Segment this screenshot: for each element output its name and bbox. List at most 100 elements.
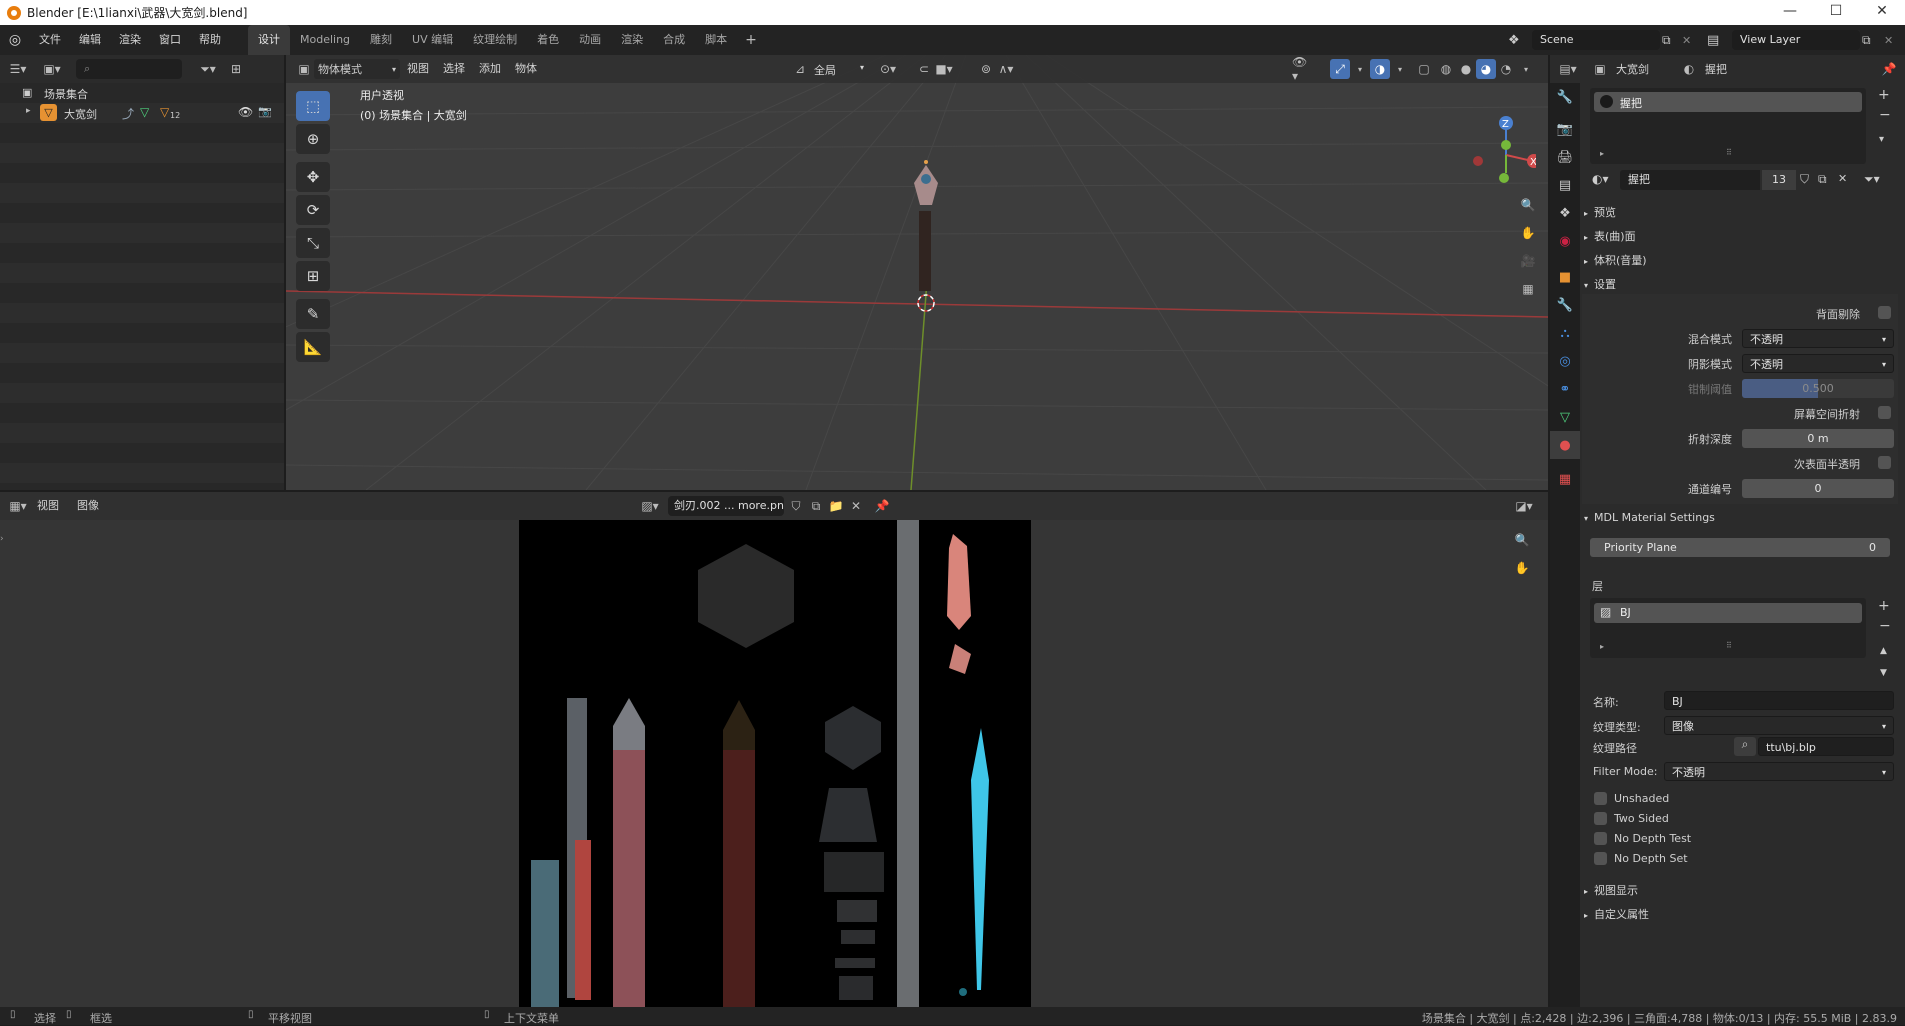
overlay-dropdown-icon[interactable]: ▾ — [1390, 59, 1410, 79]
clip-threshold-slider[interactable]: 0.500 — [1742, 379, 1894, 398]
texture-type-dropdown[interactable]: 图像 ▾ — [1664, 716, 1894, 735]
menu-render[interactable]: 渲染 — [110, 25, 150, 55]
object-tab-icon[interactable]: ■ — [1550, 263, 1580, 291]
shading-rendered-icon[interactable]: ◔ — [1496, 59, 1516, 79]
transform-orientation-icon[interactable]: ⊿ — [790, 59, 810, 79]
select-box-tool-icon[interactable]: ⬚ — [296, 91, 330, 121]
panel-volume[interactable]: ▸ 体积(音量) — [1584, 252, 1647, 268]
maximize-button[interactable]: ☐ — [1813, 0, 1859, 25]
shading-solid-icon[interactable]: ● — [1456, 59, 1476, 79]
shading-wireframe-icon[interactable]: ◍ — [1436, 59, 1456, 79]
filter-icon[interactable]: ⏷▾ — [198, 59, 218, 79]
data-tab-icon[interactable]: ▽ — [1550, 403, 1580, 431]
move-tool-icon[interactable]: ✥ — [296, 162, 330, 192]
remove-view-layer-icon[interactable]: ✕ — [1884, 34, 1893, 47]
add-layer-icon[interactable]: + — [1878, 598, 1890, 614]
panel-surface[interactable]: ▸ 表(曲)面 — [1584, 228, 1636, 244]
view-layer-field[interactable]: View Layer — [1732, 30, 1860, 50]
viewport-menu-select[interactable]: 选择 — [436, 55, 472, 84]
blend-mode-dropdown[interactable]: 不透明 ▾ — [1742, 329, 1894, 348]
minimize-button[interactable]: — — [1767, 0, 1813, 25]
workspace-tab-modeling[interactable]: Modeling — [290, 25, 360, 55]
workspace-tab-compositing[interactable]: 合成 — [653, 25, 695, 55]
move-layer-up-icon[interactable]: ▲ — [1880, 646, 1887, 656]
new-image-icon[interactable]: ⧉ — [806, 496, 826, 516]
physics-tab-icon[interactable]: ◎ — [1550, 347, 1580, 375]
tool-tab-icon[interactable]: 🔧 — [1550, 83, 1580, 111]
proportional-edit-icon[interactable]: ⊚ — [976, 59, 996, 79]
camera-view-icon[interactable]: 🎥 — [1518, 251, 1538, 271]
mode-dropdown[interactable]: 物体模式 ▾ — [314, 59, 400, 79]
close-window-button[interactable]: ✕ — [1859, 0, 1905, 25]
expand-arrow-icon[interactable]: ▸ — [26, 106, 31, 116]
layer-name-input[interactable]: BJ — [1664, 691, 1894, 710]
image-menu-view[interactable]: 视图 — [28, 491, 68, 521]
refraction-depth-field[interactable]: 0 m — [1742, 429, 1894, 448]
material-browse-icon[interactable]: ◐▾ — [1592, 172, 1609, 186]
priority-plane-field[interactable]: Priority Plane 0 — [1590, 538, 1890, 557]
zoom-icon[interactable]: 🔍 — [1518, 195, 1538, 215]
perspective-grid-icon[interactable]: ▦ — [1518, 279, 1538, 299]
material-link-icon[interactable]: ⏷▾ — [1864, 172, 1880, 187]
move-layer-down-icon[interactable]: ▼ — [1880, 668, 1887, 678]
workspace-tab-sculpt[interactable]: 雕刻 — [360, 25, 402, 55]
scale-tool-icon[interactable]: ⤡ — [296, 228, 330, 258]
modifier-tab-icon[interactable]: 🔧 — [1550, 291, 1580, 319]
no-depth-set-checkbox[interactable] — [1594, 852, 1607, 865]
particles-tab-icon[interactable]: ⛬ — [1550, 319, 1580, 347]
material-slot-item[interactable]: 握把 — [1594, 92, 1862, 112]
unlink-image-icon[interactable]: ✕ — [846, 496, 866, 516]
panel-preview[interactable]: ▸ 预览 — [1584, 204, 1616, 220]
outliner-row-collection[interactable]: ▣ 场景集合 — [0, 83, 284, 103]
constraints-tab-icon[interactable]: ⚭ — [1550, 375, 1580, 403]
menu-help[interactable]: 帮助 — [190, 25, 230, 55]
viewport-menu-object[interactable]: 物体 — [508, 55, 544, 84]
measure-tool-icon[interactable]: 📐 — [296, 332, 330, 362]
pin-icon[interactable]: 📌 — [872, 496, 892, 516]
visibility-eye-icon[interactable]: 👁 — [238, 105, 253, 119]
fake-user-shield-icon[interactable]: ⛉ — [786, 496, 806, 516]
remove-slot-icon[interactable]: − — [1879, 107, 1891, 123]
layer-list-item[interactable]: ▨ BJ — [1594, 603, 1862, 623]
list-expand-icon[interactable]: ▸ — [1600, 642, 1604, 651]
transform-tool-icon[interactable]: ⊞ — [296, 261, 330, 291]
new-scene-icon[interactable]: ⧉ — [1662, 33, 1671, 48]
viewport-menu-add[interactable]: 添加 — [472, 55, 508, 84]
no-depth-test-checkbox[interactable] — [1594, 832, 1607, 845]
backface-culling-checkbox[interactable] — [1878, 306, 1891, 319]
pivot-point-icon[interactable]: ⊙▾ — [878, 59, 898, 79]
workspace-tab-scripting[interactable]: 脚本 — [695, 25, 737, 55]
list-resize-handle-icon[interactable]: ⠿ — [1726, 148, 1732, 157]
outliner-search-input[interactable]: ⌕ — [76, 59, 182, 79]
cursor-tool-icon[interactable]: ⊕ — [296, 124, 330, 154]
panel-mdl-settings[interactable]: ▾ MDL Material Settings — [1584, 511, 1715, 524]
render-tab-icon[interactable]: 📷 — [1550, 115, 1580, 143]
workspace-tab-rendering[interactable]: 渲染 — [611, 25, 653, 55]
navigation-gizmo[interactable]: Z X — [1456, 85, 1536, 185]
snap-icon[interactable]: ⊂ — [914, 59, 934, 79]
gizmo-dropdown-icon[interactable]: ▾ — [1350, 59, 1370, 79]
material-users-count[interactable]: 13 — [1762, 170, 1796, 190]
view-layer-tab-icon[interactable]: ▤ — [1550, 171, 1580, 199]
panel-settings[interactable]: ▾ 设置 — [1584, 276, 1616, 292]
remove-layer-icon[interactable]: − — [1879, 618, 1891, 634]
panel-custom-properties[interactable]: ▸ 自定义属性 — [1584, 906, 1649, 922]
overlay-toggle-icon[interactable]: ◑ — [1370, 59, 1390, 79]
material-name-field[interactable]: 握把 — [1620, 170, 1760, 190]
image-browse-icon[interactable]: ▨▾ — [640, 496, 660, 516]
scene-field[interactable]: Scene — [1532, 30, 1660, 50]
render-camera-icon[interactable]: 📷 — [258, 105, 272, 118]
pass-index-field[interactable]: 0 — [1742, 479, 1894, 498]
menu-file[interactable]: 文件 — [30, 25, 70, 55]
new-collection-icon[interactable]: ⊞ — [226, 59, 246, 79]
workspace-tab-texture-paint[interactable]: 纹理绘制 — [463, 25, 527, 55]
remove-scene-icon[interactable]: ✕ — [1682, 34, 1691, 47]
workspace-tab-uv[interactable]: UV 编辑 — [402, 25, 463, 55]
editor-type-icon[interactable]: ☰▾ — [8, 59, 28, 79]
duplicate-material-icon[interactable]: ⧉ — [1818, 172, 1827, 187]
display-channels-icon[interactable]: ◪▾ — [1514, 496, 1534, 516]
panel-viewport-display[interactable]: ▸ 视图显示 — [1584, 882, 1638, 898]
workspace-tab-shading[interactable]: 着色 — [527, 25, 569, 55]
add-slot-icon[interactable]: + — [1878, 87, 1890, 103]
unlink-material-icon[interactable]: ✕ — [1838, 172, 1847, 185]
